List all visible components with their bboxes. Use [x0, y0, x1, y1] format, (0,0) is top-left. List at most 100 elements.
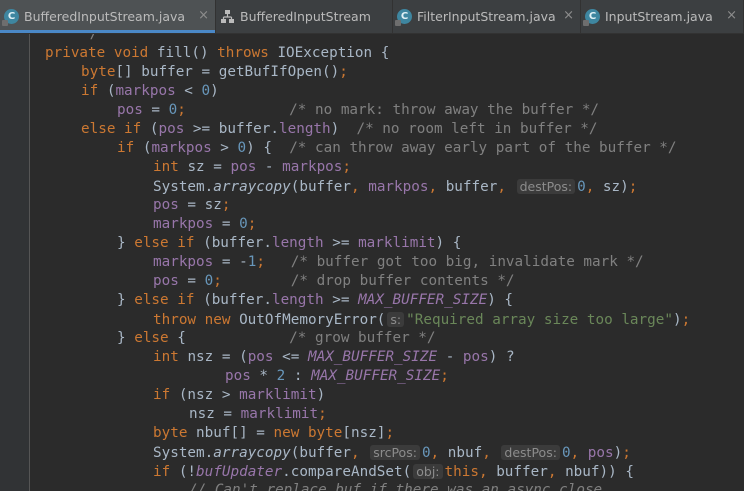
code-editor[interactable]: */ private void fill() throws IOException…: [31, 34, 744, 491]
code-token: markpos: [368, 179, 429, 195]
code-token: sz): [602, 179, 629, 195]
code-token: <: [175, 83, 202, 99]
code-token: MAX_BUFFER_SIZE: [307, 349, 438, 365]
code-token: = sz: [178, 197, 222, 213]
code-token: pos: [153, 197, 179, 213]
close-icon[interactable]: ×: [563, 8, 574, 23]
code-line[interactable]: if (!bufUpdater.compareAndSet(obj: this, …: [153, 462, 634, 481]
code-token: nbuf[] =: [196, 425, 274, 441]
tab-label: BufferedInputStream: [240, 9, 371, 24]
code-token: >=: [323, 292, 359, 308]
code-line[interactable]: } else { /* grow buffer */: [117, 329, 436, 348]
code-token: if: [81, 83, 107, 99]
code-token: nbuf)) {: [565, 464, 634, 480]
code-token: /* buffer got too big, invalidate mark *…: [290, 254, 644, 270]
tab-bufferedinputstream-hierarchy[interactable]: BufferedInputStream: [216, 0, 393, 33]
code-token: length: [271, 235, 324, 251]
code-token: pos: [247, 349, 274, 365]
code-token: throw new: [153, 312, 240, 328]
code-line[interactable]: nsz = marklimit;: [189, 405, 327, 424]
parameter-hint: obj:: [413, 464, 443, 479]
code-token: 0: [577, 179, 586, 195]
code-token: ;: [213, 273, 222, 289]
code-token: ,: [351, 445, 369, 461]
parameter-hint: srcPos:: [370, 445, 420, 460]
code-line[interactable]: */: [81, 34, 98, 44]
code-line[interactable]: byte nbuf[] = new byte[nsz];: [153, 424, 394, 443]
code-line[interactable]: pos = sz;: [153, 196, 230, 215]
code-token: marklimit: [239, 387, 317, 403]
code-token: if: [117, 140, 143, 156]
code-token: nbuf: [447, 445, 483, 461]
code-token: }: [117, 292, 135, 308]
code-token: (buffer: [290, 179, 351, 195]
code-token: ;: [318, 406, 327, 422]
code-token: ;: [247, 216, 257, 232]
code-token: buffer: [445, 179, 498, 195]
code-token: /* no room left in buffer */: [356, 121, 598, 137]
code-token: ) {: [246, 140, 290, 156]
code-line[interactable]: pos = 0; /* drop buffer contents */: [153, 272, 515, 291]
code-token: // Can't replace buf if there was an asy…: [189, 482, 611, 491]
code-token: ,: [570, 445, 588, 461]
code-token: =: [178, 273, 205, 289]
tab-filterinputstream-java[interactable]: FilterInputStream.java ×: [393, 0, 581, 33]
code-token: pos: [158, 121, 185, 137]
code-line[interactable]: else if (pos >= buffer.length) /* no roo…: [81, 120, 598, 139]
code-token: bufUpdater: [196, 464, 283, 480]
editor-gutter[interactable]: [0, 34, 30, 491]
code-token: ,: [430, 445, 448, 461]
code-token: markpos: [153, 254, 214, 270]
code-token: markpos: [153, 216, 214, 232]
code-token: [] buffer = getBufIfOpen(): [115, 64, 340, 80]
code-token: int: [153, 349, 188, 365]
code-token: 2: [276, 368, 286, 384]
code-token: nsz = (: [187, 349, 248, 365]
tab-inputstream-java[interactable]: InputStream.java ×: [581, 0, 744, 33]
code-line[interactable]: int sz = pos - markpos;: [153, 158, 351, 177]
code-line[interactable]: } else if (buffer.length >= marklimit) {: [117, 234, 461, 253]
code-token: /* grow buffer */: [289, 330, 436, 346]
code-token: /* drop buffer contents */: [290, 273, 515, 289]
code-line[interactable]: if (nsz > marklimit): [153, 386, 325, 405]
code-line[interactable]: System.arraycopy(buffer, srcPos: 0, nbuf,…: [153, 443, 631, 462]
code-token: ;: [221, 197, 231, 213]
code-token: marklimit: [240, 406, 319, 422]
code-line[interactable]: markpos = 0;: [153, 215, 256, 234]
code-line[interactable]: throw new OutOfMemoryError(s: "Required a…: [153, 310, 690, 329]
code-token: ;: [177, 102, 186, 118]
tab-bufferedinputstream-java[interactable]: BufferedInputStream.java ×: [0, 0, 216, 33]
code-token: ,: [351, 179, 369, 195]
code-line[interactable]: // Can't replace buf if there was an asy…: [189, 481, 611, 491]
code-line[interactable]: if (markpos > 0) { /* can throw away ear…: [117, 139, 677, 158]
code-line[interactable]: int nsz = (pos <= MAX_BUFFER_SIZE - pos)…: [153, 348, 515, 367]
code-line[interactable]: markpos = -1; /* buffer got too big, inv…: [153, 253, 644, 272]
close-icon[interactable]: ×: [726, 8, 737, 23]
code-line[interactable]: private void fill() throws IOException {: [45, 44, 389, 63]
code-token: ): [330, 121, 357, 137]
code-token: System.: [153, 179, 214, 195]
code-line[interactable]: byte[] buffer = getBufIfOpen();: [81, 63, 348, 82]
code-line[interactable]: pos = 0; /* no mark: throw away the buff…: [117, 101, 599, 120]
code-token: 0: [168, 102, 178, 118]
parameter-hint: s:: [387, 312, 405, 327]
code-token: ): [316, 387, 326, 403]
close-icon[interactable]: ×: [198, 8, 209, 23]
code-token: */: [81, 34, 99, 42]
code-token: ): [613, 445, 623, 461]
code-token: else: [134, 330, 178, 346]
code-line[interactable]: pos * 2 : MAX_BUFFER_SIZE;: [225, 367, 449, 386]
code-token: ): [210, 83, 219, 99]
code-token: markpos: [151, 140, 212, 156]
java-class-icon: [2, 9, 19, 26]
code-token: }: [117, 330, 135, 346]
code-line[interactable]: if (markpos < 0): [81, 82, 219, 101]
code-token: new byte: [273, 425, 343, 441]
code-token: .compareAndSet(: [282, 464, 412, 480]
code-token: =: [213, 216, 240, 232]
code-line[interactable]: System.arraycopy(buffer, markpos, buffer…: [153, 177, 637, 196]
code-token: ;: [342, 159, 352, 175]
code-line[interactable]: } else if (buffer.length >= MAX_BUFFER_S…: [117, 291, 513, 310]
code-token: arraycopy: [213, 445, 291, 461]
